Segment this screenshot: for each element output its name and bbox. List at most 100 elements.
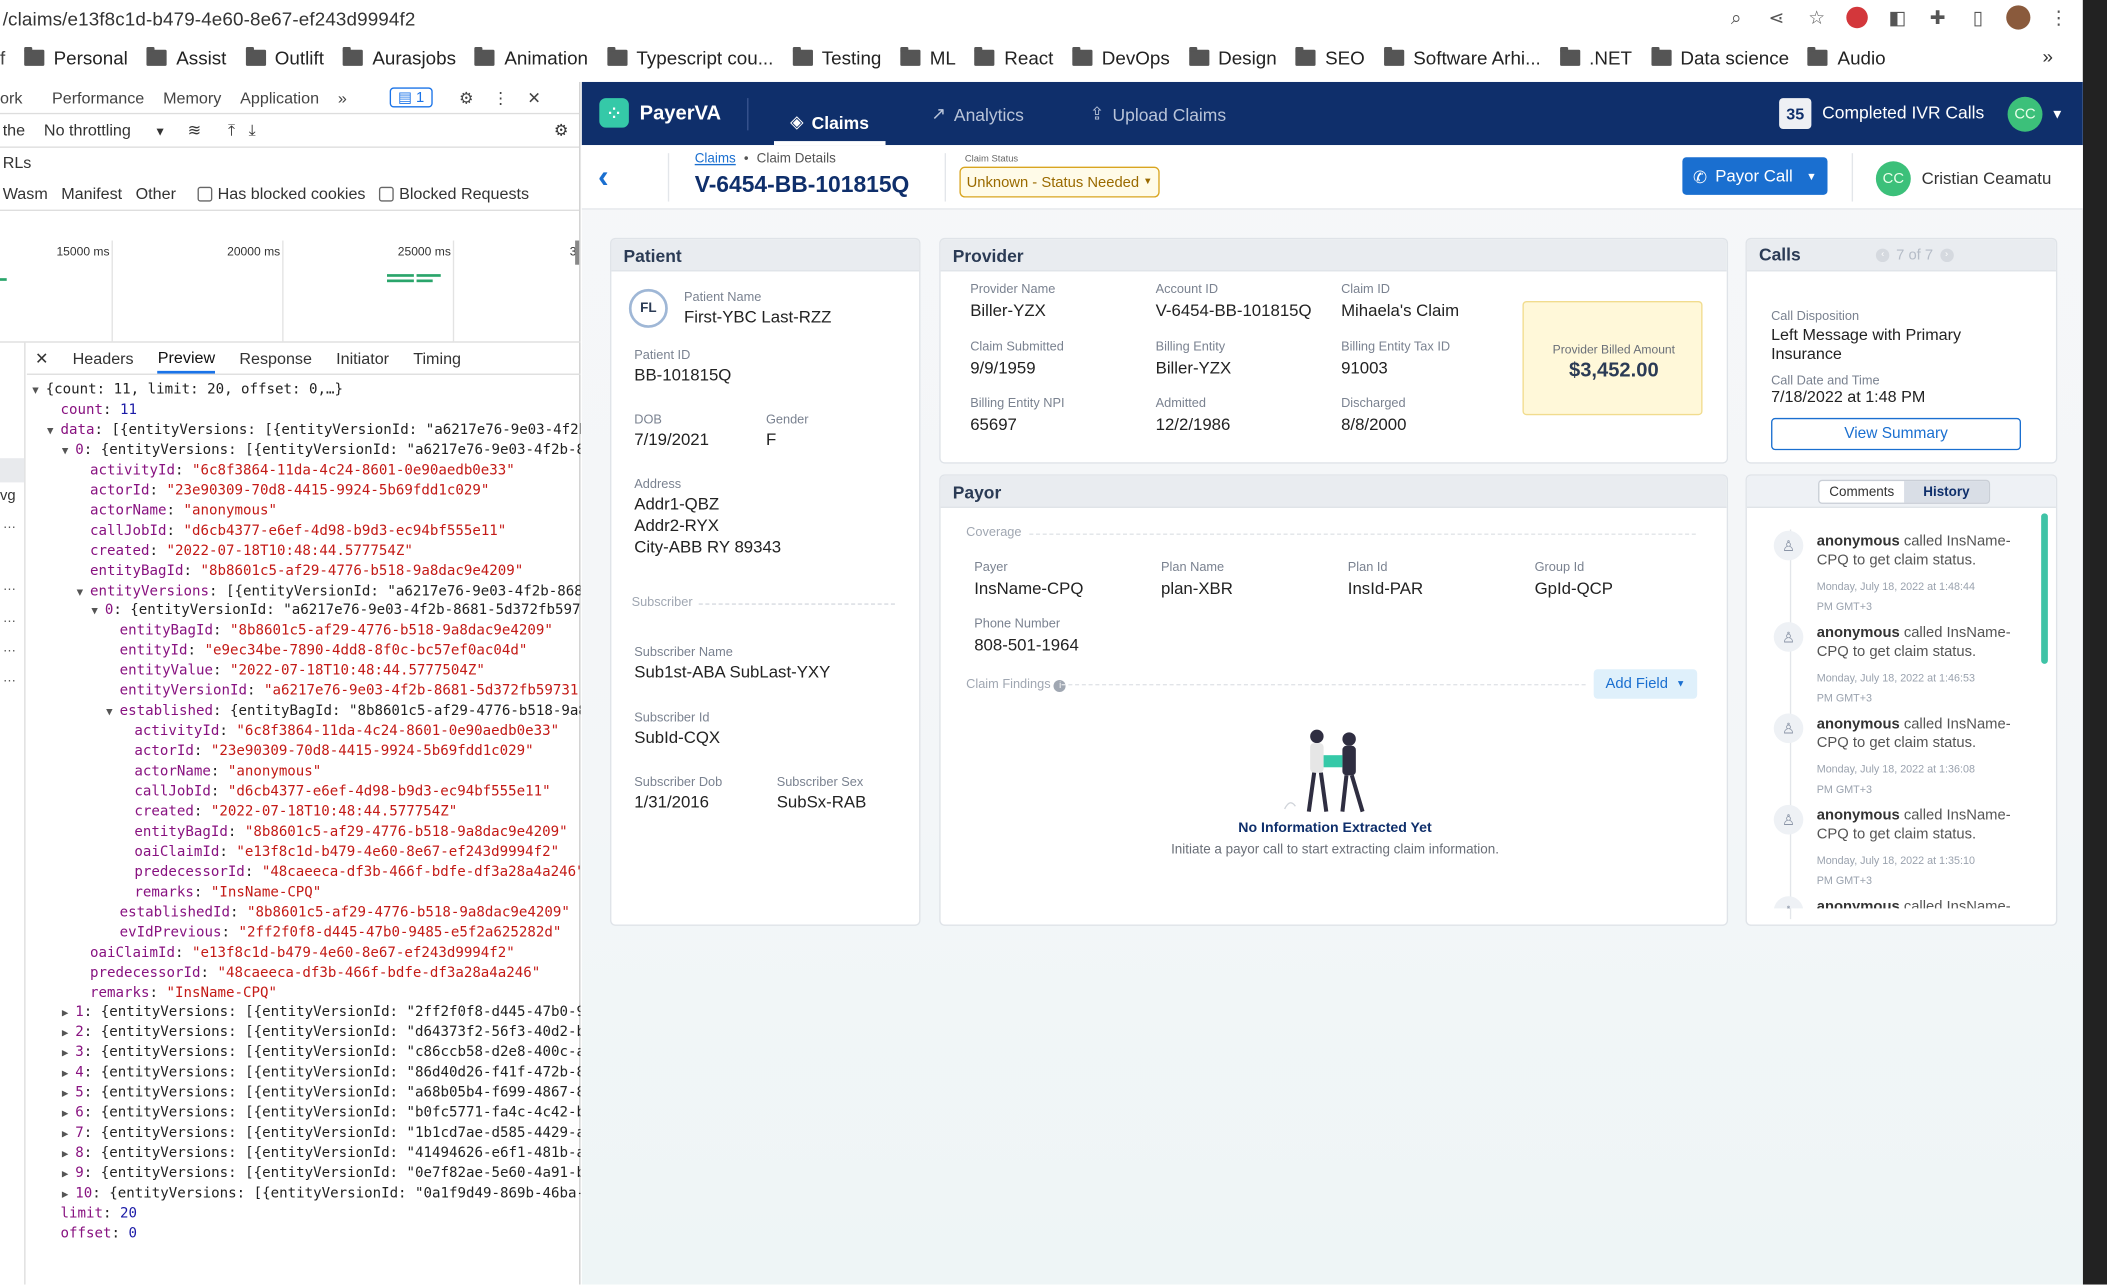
- expand-toggle-icon[interactable]: ▼: [47, 420, 60, 440]
- request-row-ellipsis[interactable]: …: [3, 611, 16, 626]
- expand-toggle-icon[interactable]: ▶: [62, 1003, 75, 1023]
- close-detail-icon[interactable]: ✕: [35, 349, 49, 368]
- json-line[interactable]: ▼ {count: 11, limit: 20, offset: 0,…}: [32, 380, 343, 400]
- filter-wasm[interactable]: Wasm: [3, 184, 48, 203]
- request-row-label[interactable]: vg: [0, 488, 16, 504]
- json-line[interactable]: ▶ 1: {entityVersions: [{entityVersionId: …: [62, 1003, 581, 1023]
- browser-menu-icon[interactable]: ⋮: [2045, 4, 2072, 31]
- json-line[interactable]: ▶ 3: {entityVersions: [{entityVersionId: …: [62, 1043, 581, 1063]
- filter-other[interactable]: Other: [136, 184, 176, 203]
- expand-toggle-icon[interactable]: ▶: [62, 1124, 75, 1144]
- expand-toggle-icon[interactable]: ▶: [62, 1023, 75, 1043]
- request-row-ellipsis[interactable]: …: [3, 579, 16, 594]
- breadcrumb-claims-link[interactable]: Claims: [695, 152, 736, 167]
- expand-toggle-icon[interactable]: ▶: [62, 1164, 75, 1184]
- devtools-tab-network[interactable]: ork: [0, 88, 22, 107]
- expand-toggle-icon[interactable]: ▶: [62, 1144, 75, 1164]
- tab-response[interactable]: Response: [239, 349, 312, 368]
- json-line[interactable]: ▼ entityVersions: [{entityVersionId: "a62…: [77, 581, 581, 601]
- json-line[interactable]: ▼ 0: {entityVersionId: "a6217e76-9e03-4f2…: [91, 601, 580, 621]
- bookmarks-overflow[interactable]: »: [2043, 46, 2053, 68]
- blocked-requests-checkbox[interactable]: Blocked Requests: [378, 184, 529, 203]
- bookmark-folder[interactable]: Aurasjobs: [342, 47, 456, 69]
- network-settings-icon[interactable]: ⚙: [554, 121, 568, 140]
- expand-toggle-icon[interactable]: ▼: [106, 702, 119, 722]
- bookmark-folder[interactable]: Testing: [792, 47, 881, 69]
- adblock-icon[interactable]: [1844, 4, 1871, 31]
- extension-icon[interactable]: ◧: [1884, 4, 1911, 31]
- timeline-handle[interactable]: [575, 240, 580, 265]
- url-text[interactable]: /claims/e13f8c1d-b479-4e60-8e67-ef243d99…: [0, 7, 416, 29]
- tab-timing[interactable]: Timing: [413, 349, 461, 368]
- expand-toggle-icon[interactable]: ▼: [91, 601, 104, 621]
- bookmark-folder[interactable]: React: [974, 47, 1053, 69]
- share-icon[interactable]: ⋖: [1763, 4, 1790, 31]
- tab-preview[interactable]: Preview: [157, 343, 216, 374]
- nav-upload[interactable]: ⇪ Upload Claims: [1090, 103, 1226, 125]
- devtools-tab-memory[interactable]: Memory: [163, 88, 221, 107]
- extensions-puzzle-icon[interactable]: ✚: [1924, 4, 1951, 31]
- info-icon[interactable]: i: [1054, 679, 1067, 693]
- devtools-close-icon[interactable]: ✕: [527, 88, 541, 107]
- tab-initiator[interactable]: Initiator: [336, 349, 389, 368]
- devtools-more-tabs[interactable]: »: [338, 88, 347, 107]
- json-line[interactable]: ▶ 6: {entityVersions: [{entityVersionId: …: [62, 1103, 581, 1123]
- request-row-ellipsis[interactable]: …: [3, 641, 16, 656]
- filter-manifest[interactable]: Manifest: [61, 184, 122, 203]
- bookmark-star-icon[interactable]: ☆: [1803, 4, 1830, 31]
- expand-toggle-icon[interactable]: ▼: [62, 441, 75, 461]
- bookmark-folder[interactable]: Personal: [24, 47, 128, 69]
- bookmark-folder[interactable]: Animation: [474, 47, 588, 69]
- network-conditions-icon[interactable]: ≋: [188, 121, 202, 140]
- bookmark-folder[interactable]: Outlift: [245, 47, 324, 69]
- bookmark-folder[interactable]: .NET: [1559, 47, 1632, 69]
- bookmark-folder[interactable]: Data science: [1650, 47, 1789, 69]
- completed-calls-label[interactable]: Completed IVR Calls: [1822, 102, 1984, 122]
- sidepanel-icon[interactable]: ▯: [1965, 4, 1992, 31]
- network-overview-timeline[interactable]: 15000 ms 20000 ms 25000 ms 3: [0, 240, 581, 343]
- blocked-cookies-checkbox[interactable]: Has blocked cookies: [197, 184, 366, 203]
- user-menu[interactable]: CC ▼: [2007, 96, 2064, 132]
- expand-toggle-icon[interactable]: ▼: [77, 581, 90, 601]
- bookmark-folder[interactable]: DevOps: [1072, 47, 1170, 69]
- view-summary-button[interactable]: View Summary: [1771, 417, 2021, 451]
- request-row-ellipsis[interactable]: …: [3, 671, 16, 686]
- bookmark-folder[interactable]: Audio: [1807, 47, 1886, 69]
- add-field-button[interactable]: Add Field ▼: [1593, 669, 1698, 699]
- issues-badge[interactable]: ▤ 1: [389, 87, 433, 108]
- profile-avatar-icon[interactable]: [2005, 4, 2032, 31]
- json-line[interactable]: ▶ 10: {entityVersions: [{entityVersionId:…: [62, 1184, 581, 1204]
- expand-toggle-icon[interactable]: ▶: [62, 1103, 75, 1123]
- devtools-tab-application[interactable]: Application: [240, 88, 319, 107]
- import-har-icon[interactable]: ⤒: [228, 120, 235, 140]
- request-row-ellipsis[interactable]: …: [3, 517, 16, 532]
- payor-call-button[interactable]: ✆ Payor Call ▼: [1682, 157, 1828, 195]
- bookmark-folder[interactable]: ML: [900, 47, 956, 69]
- expand-toggle-icon[interactable]: ▼: [32, 380, 45, 400]
- expand-toggle-icon[interactable]: ▶: [62, 1063, 75, 1083]
- expand-toggle-icon[interactable]: ▶: [62, 1184, 75, 1204]
- json-line[interactable]: ▶ 8: {entityVersions: [{entityVersionId: …: [62, 1144, 581, 1164]
- json-line[interactable]: ▼ 0: {entityVersions: [{entityVersionId: …: [62, 441, 581, 461]
- bookmark-folder[interactable]: Assist: [146, 47, 226, 69]
- devtools-menu-icon[interactable]: ⋮: [492, 88, 508, 107]
- json-line[interactable]: ▶ 5: {entityVersions: [{entityVersionId: …: [62, 1083, 581, 1103]
- back-arrow-icon[interactable]: ‹: [598, 159, 609, 197]
- devtools-tab-performance[interactable]: Performance: [52, 88, 144, 107]
- bookmark-folder[interactable]: Typescript cou...: [606, 47, 773, 69]
- bookmark-folder[interactable]: Design: [1188, 47, 1277, 69]
- expand-toggle-icon[interactable]: ▶: [62, 1083, 75, 1103]
- nav-claims[interactable]: ◈ Claims: [774, 82, 886, 146]
- prev-call-icon[interactable]: ‹: [1875, 247, 1890, 262]
- devtools-settings-icon[interactable]: ⚙: [459, 88, 473, 107]
- tab-headers[interactable]: Headers: [73, 349, 134, 368]
- history-scrollbar[interactable]: [2041, 513, 2048, 664]
- bookmark-folder[interactable]: Software Arhi...: [1383, 47, 1541, 69]
- throttling-select[interactable]: No throttling ▼: [44, 121, 166, 140]
- expand-toggle-icon[interactable]: ▶: [62, 1043, 75, 1063]
- claim-status-dropdown[interactable]: Unknown - Status Needed ▼: [959, 166, 1160, 198]
- export-har-icon[interactable]: ⤓: [249, 120, 256, 140]
- json-line[interactable]: ▶ 7: {entityVersions: [{entityVersionId: …: [62, 1124, 581, 1144]
- bookmark-folder[interactable]: SEO: [1295, 47, 1365, 69]
- json-line[interactable]: ▼ established: {entityBagId: "8b8601c5-af…: [106, 702, 580, 722]
